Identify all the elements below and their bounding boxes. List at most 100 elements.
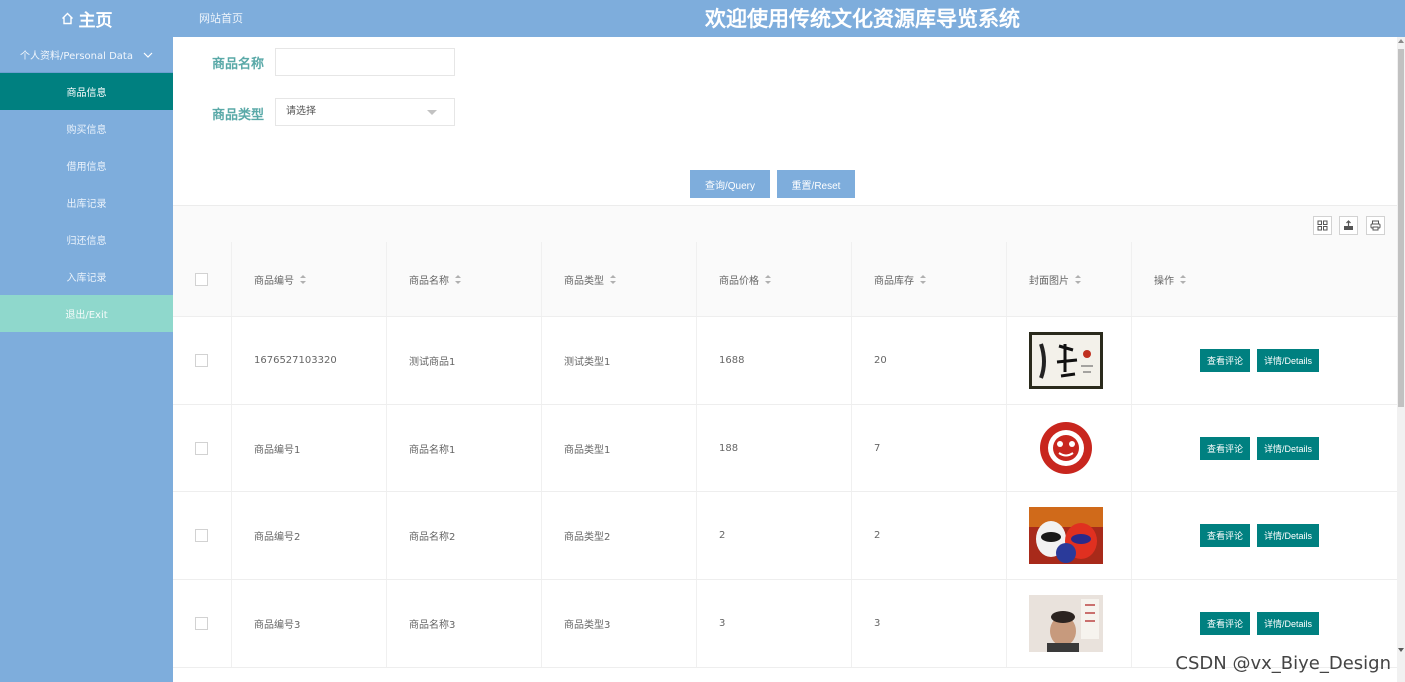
column-title: 商品价格 (719, 275, 759, 287)
product-name-input[interactable] (275, 48, 455, 76)
details-button[interactable]: 详情/Details (1257, 436, 1320, 460)
column-title: 操作 (1154, 275, 1174, 287)
row-checkbox[interactable] (195, 354, 208, 367)
cover-image[interactable] (1029, 507, 1103, 564)
cell-stock: 2 (852, 492, 1007, 579)
table-toolbar (173, 205, 1397, 242)
cover-image[interactable] (1029, 332, 1103, 389)
scroll-up-icon[interactable] (1398, 39, 1404, 43)
sidebar-item-purchase-info[interactable]: 购买信息 (0, 110, 173, 147)
cell-actions: 查看评论 详情/Details (1132, 405, 1397, 491)
home-link[interactable]: 主页 (0, 0, 173, 37)
sort-icon[interactable] (300, 274, 306, 284)
table-row: 商品编号1 商品名称1 商品类型1 188 7 查看评论 详情/Details (173, 405, 1397, 492)
table-header-row: 商品编号 商品名称 商品类型 商品价格 商品库存 封面图片 操作 (173, 242, 1397, 317)
header-cell-actions[interactable]: 操作 (1132, 242, 1397, 316)
app-root: 主页 网站首页 欢迎使用传统文化资源库导览系统 个人资料/Personal Da… (0, 0, 1405, 682)
export-tool[interactable] (1339, 216, 1358, 235)
sidebar-item-borrow-info[interactable]: 借用信息 (0, 147, 173, 184)
view-comments-button[interactable]: 查看评论 (1200, 349, 1251, 372)
watermark: CSDN @vx_Biye_Design (1175, 653, 1391, 674)
header-cell-name[interactable]: 商品名称 (387, 242, 542, 316)
column-title: 商品编号 (254, 275, 294, 287)
product-type-label: 商品类型 (212, 108, 265, 123)
cover-image[interactable] (1029, 419, 1103, 477)
row-checkbox[interactable] (195, 617, 208, 630)
view-comments-button[interactable]: 查看评论 (1200, 524, 1251, 547)
home-icon (61, 12, 73, 25)
sidebar-item-inbound-records[interactable]: 入库记录 (0, 258, 173, 295)
grid-icon (1317, 220, 1328, 231)
column-title: 封面图片 (1029, 275, 1069, 287)
sidebar-item-label: 入库记录 (66, 273, 107, 284)
row-select-cell (173, 317, 232, 404)
cell-image (1007, 317, 1132, 404)
header-cell-image[interactable]: 封面图片 (1007, 242, 1132, 316)
sort-icon[interactable] (455, 274, 461, 284)
row-select-cell (173, 405, 232, 491)
details-button[interactable]: 详情/Details (1257, 349, 1320, 372)
print-tool[interactable] (1366, 216, 1385, 235)
sidebar-item-exit[interactable]: 退出/Exit (0, 295, 173, 332)
vertical-scrollbar[interactable] (1397, 37, 1405, 682)
column-title: 商品类型 (564, 275, 604, 287)
sort-icon[interactable] (1075, 274, 1081, 284)
header-cell-price[interactable]: 商品价格 (697, 242, 852, 316)
select-all-checkbox[interactable] (195, 272, 208, 286)
column-title: 商品名称 (409, 275, 449, 287)
query-button[interactable]: 查询/Query (690, 170, 770, 198)
sidebar-item-label: 退出/Exit (65, 310, 108, 321)
sidebar-item-label: 归还信息 (66, 236, 107, 247)
details-button[interactable]: 详情/Details (1257, 612, 1320, 635)
details-button[interactable]: 详情/Details (1257, 524, 1320, 547)
sidebar-group-label: 个人资料/Personal Data (20, 51, 133, 62)
cell-stock: 7 (852, 405, 1007, 491)
sort-icon[interactable] (1180, 274, 1186, 284)
cover-image[interactable] (1029, 595, 1103, 652)
cell-price: 1688 (697, 317, 852, 404)
home-label: 主页 (78, 11, 113, 31)
print-icon (1370, 220, 1381, 231)
row-checkbox[interactable] (195, 441, 208, 455)
scrollbar-thumb[interactable] (1398, 49, 1404, 407)
cell-price: 188 (697, 405, 852, 491)
header-cell-type[interactable]: 商品类型 (542, 242, 697, 316)
sidebar-item-label: 借用信息 (66, 162, 107, 173)
view-comments-button[interactable]: 查看评论 (1200, 436, 1251, 460)
cell-stock: 3 (852, 580, 1007, 667)
header-cell-code[interactable]: 商品编号 (232, 242, 387, 316)
cell-type: 商品类型2 (542, 492, 697, 579)
sort-icon[interactable] (765, 274, 771, 284)
site-home-link[interactable]: 网站首页 (199, 10, 243, 26)
cell-type: 商品类型1 (542, 405, 697, 491)
cell-stock: 20 (852, 317, 1007, 404)
product-type-placeholder: 请选择 (286, 106, 316, 117)
cell-code: 商品编号3 (232, 580, 387, 667)
sort-icon[interactable] (610, 274, 616, 284)
cell-price: 3 (697, 580, 852, 667)
sidebar-group-personal-data[interactable]: 个人资料/Personal Data (0, 37, 173, 73)
scroll-down-icon[interactable] (1398, 648, 1404, 652)
cell-image (1007, 492, 1132, 579)
cell-type: 测试类型1 (542, 317, 697, 404)
chevron-down-icon (143, 52, 153, 58)
export-icon (1344, 220, 1353, 230)
sidebar-item-return-info[interactable]: 归还信息 (0, 221, 173, 258)
sidebar-item-product-info[interactable]: 商品信息 (0, 73, 173, 110)
main-content: 商品名称 商品类型 请选择 查询/Query 重置/Reset 商品编号 商品名… (173, 37, 1405, 682)
sidebar-item-outbound-records[interactable]: 出库记录 (0, 184, 173, 221)
column-title: 商品库存 (874, 275, 914, 287)
view-comments-button[interactable]: 查看评论 (1200, 612, 1251, 635)
cell-price: 2 (697, 492, 852, 579)
cell-name: 商品名称3 (387, 580, 542, 667)
row-select-cell (173, 580, 232, 667)
reset-button[interactable]: 重置/Reset (777, 170, 855, 198)
product-type-select[interactable]: 请选择 (275, 98, 455, 126)
header-cell-stock[interactable]: 商品库存 (852, 242, 1007, 316)
columns-filter-tool[interactable] (1313, 216, 1332, 235)
row-checkbox[interactable] (195, 529, 208, 542)
cell-name: 测试商品1 (387, 317, 542, 404)
table-row: 1676527103320 测试商品1 测试类型1 1688 20 查看评论 详… (173, 317, 1397, 405)
cell-code: 商品编号2 (232, 492, 387, 579)
sort-icon[interactable] (920, 274, 926, 284)
